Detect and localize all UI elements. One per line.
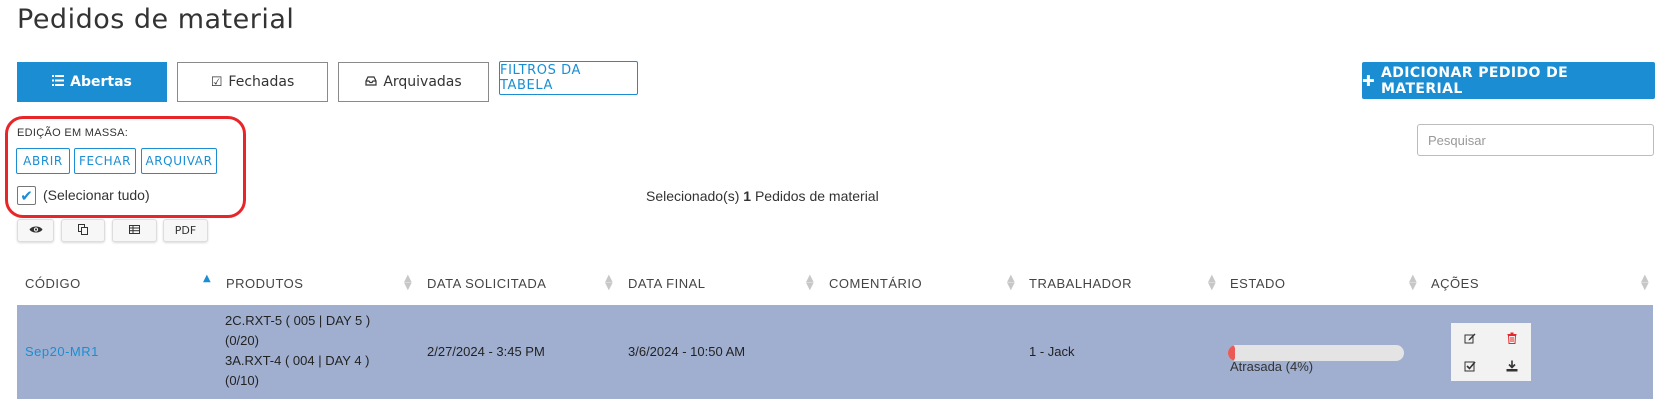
column-visibility-button[interactable] — [17, 219, 54, 242]
column-header-requested-date[interactable]: DATA SOLICITADA — [427, 276, 546, 291]
search-input[interactable]: Pesquisar — [1417, 124, 1654, 156]
sort-icon[interactable]: ▲ ▼ — [806, 274, 814, 292]
sort-icon[interactable]: ▲ ▼ — [1641, 274, 1649, 292]
list-icon — [52, 74, 65, 90]
add-material-request-button[interactable]: ✚ ADICIONAR PEDIDO DE MATERIAL — [1362, 62, 1655, 99]
page-title: Pedidos de material — [17, 4, 295, 35]
product-line: 2C.RXT-5 ( 005 | DAY 5 ) — [225, 313, 371, 328]
column-header-products[interactable]: PRODUTOS — [226, 276, 303, 291]
pdf-label: PDF — [174, 224, 197, 237]
tab-closed[interactable]: ☑ Fechadas — [177, 62, 328, 102]
copy-button[interactable] — [61, 219, 105, 242]
final-date-cell: 3/6/2024 - 10:50 AM — [628, 344, 746, 359]
eye-icon — [29, 224, 43, 237]
selection-summary: Selecionado(s) 1 Pedidos de material — [646, 188, 879, 204]
copy-icon — [78, 223, 88, 238]
tab-open-label: Abertas — [70, 74, 132, 90]
selection-prefix: Selecionado(s) — [646, 188, 740, 204]
sort-icon[interactable]: ▲ ▼ — [1007, 274, 1015, 292]
mass-archive-button[interactable]: ARQUIVAR — [141, 148, 217, 174]
requested-date-cell: 2/27/2024 - 3:45 PM — [427, 344, 545, 359]
column-header-status[interactable]: ESTADO — [1230, 276, 1286, 291]
worker-cell: 1 - Jack — [1029, 344, 1075, 359]
table-icon — [129, 224, 140, 237]
sort-icon[interactable]: ▲ ▼ — [1208, 274, 1216, 292]
tab-archived[interactable]: Arquivadas — [338, 62, 489, 102]
select-all-label: (Selecionar tudo) — [43, 187, 150, 203]
sort-ascending-icon[interactable]: ▲ — [203, 274, 211, 284]
mass-close-button[interactable]: FECHAR — [74, 148, 136, 174]
sort-icon[interactable]: ▲ ▼ — [1409, 274, 1417, 292]
column-header-code[interactable]: CÓDIGO — [25, 276, 81, 291]
selection-suffix: Pedidos de material — [754, 188, 879, 204]
column-header-comment[interactable]: COMENTÁRIO — [829, 276, 922, 291]
product-line: 3A.RXT-4 ( 004 | DAY 4 ) — [225, 353, 370, 368]
pdf-export-button[interactable]: PDF — [163, 219, 208, 242]
column-header-worker[interactable]: TRABALHADOR — [1029, 276, 1132, 291]
row-actions — [1451, 323, 1531, 381]
table-filters-button[interactable]: FILTROS DA TABELA — [499, 61, 638, 95]
tab-open[interactable]: Abertas — [17, 62, 167, 102]
selection-count: 1 — [743, 188, 752, 204]
plus-icon: ✚ — [1362, 71, 1375, 90]
sort-icon[interactable]: ▲ ▼ — [605, 274, 613, 292]
order-code-link[interactable]: Sep20-MR1 — [25, 344, 99, 359]
status-label: Atrasada (4%) — [1230, 359, 1314, 374]
column-header-actions[interactable]: AÇÕES — [1431, 276, 1479, 291]
inbox-icon — [365, 75, 377, 90]
check-square-icon: ☑ — [210, 74, 223, 90]
mass-edit-label: EDIÇÃO EM MASSA: — [17, 127, 129, 139]
trash-icon[interactable] — [1502, 328, 1522, 348]
product-quantity: (0/20) — [225, 333, 259, 348]
products-cell: 2C.RXT-5 ( 005 | DAY 5 ) (0/20) 3A.RXT-4… — [225, 311, 370, 391]
edit-icon[interactable] — [1460, 328, 1480, 348]
mass-open-button[interactable]: ABRIR — [16, 148, 70, 174]
tab-archived-label: Arquivadas — [383, 74, 462, 90]
export-table-button[interactable] — [112, 219, 157, 242]
sort-icon[interactable]: ▲ ▼ — [404, 274, 412, 292]
check-square-icon[interactable] — [1460, 356, 1480, 376]
column-header-final-date[interactable]: DATA FINAL — [628, 276, 705, 291]
add-material-request-label: ADICIONAR PEDIDO DE MATERIAL — [1380, 64, 1569, 97]
tab-closed-label: Fechadas — [228, 74, 295, 90]
product-quantity: (0/10) — [225, 373, 259, 388]
select-all-checkbox[interactable]: ✔ — [17, 186, 36, 205]
download-icon[interactable] — [1502, 356, 1522, 376]
